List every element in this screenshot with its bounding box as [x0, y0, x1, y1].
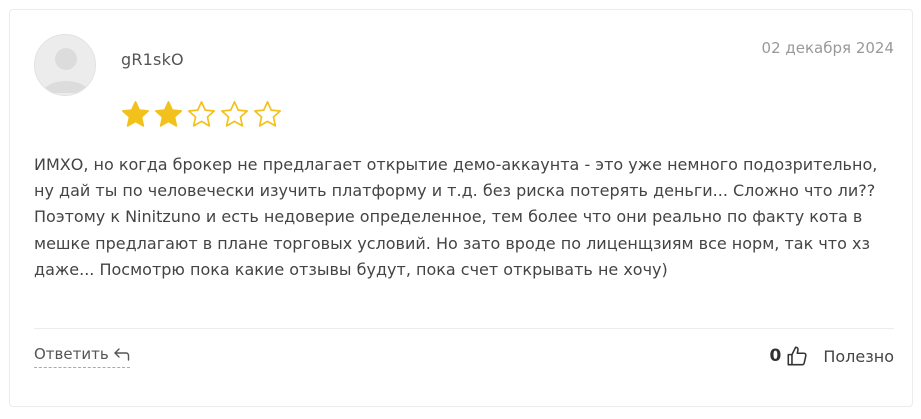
star-filled-icon — [122, 101, 149, 127]
thumbs-up-icon[interactable] — [786, 345, 808, 367]
helpful-count: 0 — [769, 346, 782, 366]
star-outline-icon — [188, 101, 215, 127]
reply-button[interactable]: Ответить — [34, 345, 130, 368]
review-date: 02 декабря 2024 — [761, 39, 894, 57]
star-filled-icon — [155, 101, 182, 127]
star-outline-icon — [254, 101, 281, 127]
star-outline-icon — [221, 101, 248, 127]
reply-arrow-icon — [113, 348, 129, 361]
review-text: ИМХО, но когда брокер не предлагает откр… — [34, 155, 878, 279]
helpful-button[interactable]: Полезно — [823, 347, 894, 366]
reply-label: Ответить — [34, 345, 109, 363]
divider — [34, 328, 894, 329]
helpful-section: 0 Полезно — [770, 340, 895, 372]
user-avatar-icon — [35, 35, 95, 95]
rating-stars — [120, 99, 283, 130]
avatar — [34, 34, 96, 96]
review-author: gR1skO — [121, 50, 184, 69]
